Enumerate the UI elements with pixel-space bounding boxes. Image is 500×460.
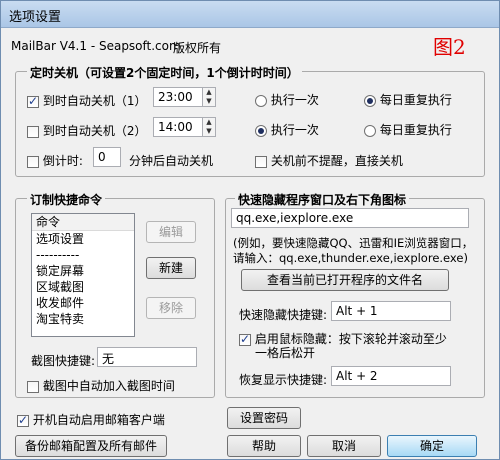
radio-selected-icon bbox=[364, 94, 376, 107]
command-group-title: 订制快捷命令 bbox=[27, 191, 106, 208]
figure-label: 图2 bbox=[433, 35, 466, 59]
mouse-hide-label-line2: 一格后松开 bbox=[255, 346, 316, 360]
no-prompt-check-icon bbox=[255, 155, 267, 168]
radio-selected-icon bbox=[255, 124, 267, 137]
auto-add-time-checkbox[interactable]: 截图中自动加入截图时间 bbox=[27, 377, 175, 394]
screenshot-hotkey-input[interactable]: 无 bbox=[97, 347, 197, 367]
screenshot-hotkey-label: 截图快捷键: bbox=[31, 354, 96, 368]
help-button[interactable]: 帮助 bbox=[227, 435, 301, 457]
shutdown2-time-spinner[interactable]: ▲ ▼ bbox=[202, 117, 216, 137]
restore-hotkey-label: 恢复显示快捷键: bbox=[239, 373, 328, 387]
auto-add-time-label: 截图中自动加入截图时间 bbox=[42, 379, 175, 393]
list-item[interactable]: ---------- bbox=[32, 247, 134, 263]
mouse-hide-check-icon bbox=[239, 332, 251, 346]
spin-down-icon: ▼ bbox=[206, 127, 212, 135]
edit-command-button[interactable]: 编辑 bbox=[146, 221, 196, 243]
shutdown2-daily-radio[interactable]: 每日重复执行 bbox=[364, 121, 452, 138]
shutdown1-time-spinner[interactable]: ▲ ▼ bbox=[202, 87, 216, 107]
shutdown1-daily-radio[interactable]: 每日重复执行 bbox=[364, 91, 452, 108]
list-item[interactable]: 选项设置 bbox=[32, 231, 134, 247]
shutdown1-label: 到时自动关机（1） bbox=[42, 94, 147, 108]
shutdown2-check-icon bbox=[27, 125, 39, 138]
options-dialog: 选项设置 MailBar V4.1 - Seapsoft.com 版权所有 图2… bbox=[0, 0, 500, 460]
autostart-label: 开机自动启用邮箱客户端 bbox=[32, 413, 165, 427]
backup-button[interactable]: 备份邮箱配置及所有邮件 bbox=[15, 435, 167, 457]
spin-up-icon: ▲ bbox=[206, 118, 212, 126]
autostart-check-icon bbox=[17, 413, 29, 427]
countdown-check-icon bbox=[27, 155, 39, 168]
copyright-label: 版权所有 bbox=[173, 41, 222, 55]
list-item[interactable]: 锁定屏幕 bbox=[32, 263, 134, 279]
set-password-button[interactable]: 设置密码 bbox=[227, 407, 301, 429]
hide-hotkey-input[interactable]: Alt + 1 bbox=[331, 301, 451, 321]
shutdown2-daily-label: 每日重复执行 bbox=[379, 123, 452, 137]
list-item[interactable]: 区域截图 bbox=[32, 279, 134, 295]
hide-hint-line2: 请输入：qq.exe,thunder.exe,iexplore.exe) bbox=[233, 251, 468, 265]
shutdown2-time-input[interactable]: 14:00 bbox=[153, 117, 203, 137]
hide-group-title: 快速隐藏程序窗口及右下角图标 bbox=[235, 191, 410, 208]
shutdown1-checkbox[interactable]: 到时自动关机（1） bbox=[27, 92, 146, 109]
auto-add-check-icon bbox=[27, 380, 39, 393]
new-command-button[interactable]: 新建 bbox=[146, 257, 196, 279]
product-name: MailBar V4.1 - Seapsoft.com bbox=[11, 39, 181, 53]
countdown-input[interactable]: 0 bbox=[93, 147, 121, 167]
list-item[interactable]: 淘宝特卖 bbox=[32, 311, 134, 327]
shutdown2-checkbox[interactable]: 到时自动关机（2） bbox=[27, 122, 146, 139]
shutdown1-time-input[interactable]: 23:00 bbox=[153, 87, 203, 107]
list-item[interactable]: 收发邮件 bbox=[32, 295, 134, 311]
title-bar: 选项设置 bbox=[1, 1, 499, 28]
shutdown2-label: 到时自动关机（2） bbox=[42, 124, 147, 138]
command-list[interactable]: 命令 选项设置 ---------- 锁定屏幕 区域截图 收发邮件 淘宝特卖 bbox=[31, 213, 135, 337]
spin-up-icon: ▲ bbox=[206, 88, 212, 96]
remove-command-button[interactable]: 移除 bbox=[146, 297, 196, 319]
no-prompt-checkbox[interactable]: 关机前不提醒，直接关机 bbox=[255, 152, 403, 169]
countdown-suffix: 分钟后自动关机 bbox=[129, 154, 214, 168]
list-header: 命令 bbox=[32, 214, 134, 231]
countdown-label: 倒计时: bbox=[42, 154, 83, 168]
hide-programs-input[interactable]: qq.exe,iexplore.exe bbox=[231, 208, 469, 228]
autostart-checkbox[interactable]: 开机自动启用邮箱客户端 bbox=[17, 411, 165, 428]
shutdown2-once-radio[interactable]: 执行一次 bbox=[255, 121, 319, 138]
timer-group-title: 定时关机（可设置2个固定时间，1个倒计时时间） bbox=[27, 64, 302, 81]
hide-hotkey-label: 快速隐藏快捷键: bbox=[239, 308, 328, 322]
hide-hint-line1: (例如，要快速隐藏QQ、迅雷和IE浏览器窗口， bbox=[233, 236, 474, 250]
ok-button[interactable]: 确定 bbox=[387, 435, 477, 457]
spin-down-icon: ▼ bbox=[206, 97, 212, 105]
shutdown1-check-icon bbox=[27, 94, 39, 108]
radio-icon bbox=[255, 94, 267, 107]
shutdown2-once-label: 执行一次 bbox=[270, 123, 319, 137]
no-prompt-label: 关机前不提醒，直接关机 bbox=[270, 154, 403, 168]
cancel-button[interactable]: 取消 bbox=[307, 435, 381, 457]
countdown-checkbox[interactable]: 倒计时: bbox=[27, 152, 83, 169]
window-title: 选项设置 bbox=[9, 10, 62, 25]
shutdown1-daily-label: 每日重复执行 bbox=[379, 93, 452, 107]
shutdown1-once-label: 执行一次 bbox=[270, 93, 319, 107]
radio-icon bbox=[364, 124, 376, 137]
restore-hotkey-input[interactable]: Alt + 2 bbox=[331, 366, 451, 386]
shutdown1-once-radio[interactable]: 执行一次 bbox=[255, 91, 319, 108]
view-open-programs-button[interactable]: 查看当前已打开程序的文件名 bbox=[241, 269, 449, 291]
